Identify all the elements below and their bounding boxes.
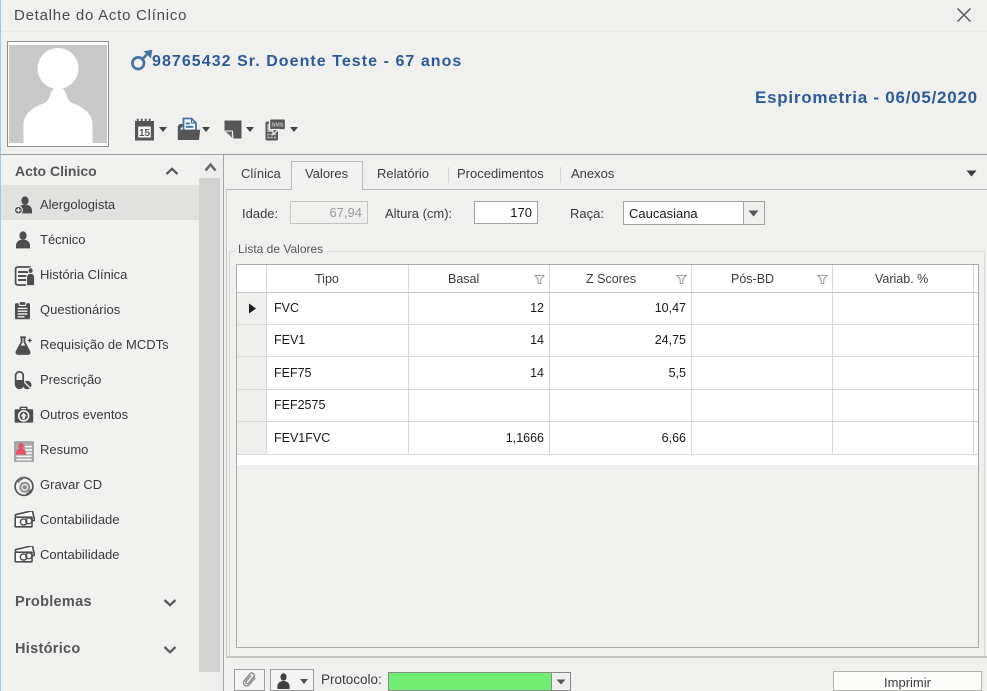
svg-text:SMS: SMS — [272, 123, 284, 129]
svg-text:15: 15 — [139, 128, 151, 139]
